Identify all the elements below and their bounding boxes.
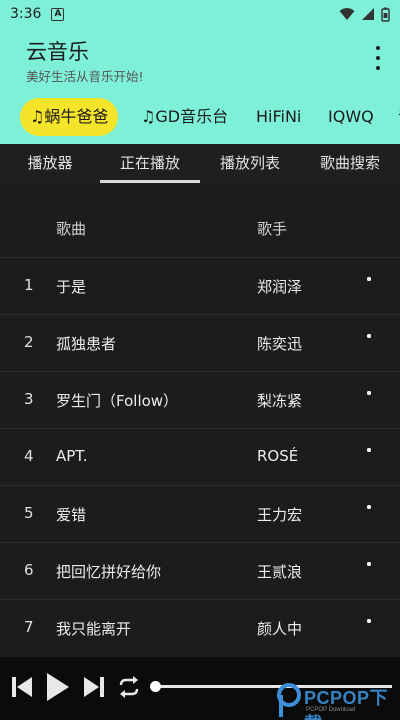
pcpop-logo-icon — [277, 683, 301, 717]
wifi-icon — [339, 8, 355, 20]
row-number: 7 — [24, 618, 34, 636]
tab-playlist[interactable]: 播放列表 — [200, 144, 300, 184]
source-woniu-baba[interactable]: ♫蜗牛爸爸 — [20, 98, 119, 136]
table-header: 歌曲 歌手 — [0, 200, 400, 256]
previous-icon[interactable] — [10, 675, 34, 699]
row-more-icon[interactable] — [366, 448, 372, 468]
source-hifini[interactable]: HiFiNi — [246, 98, 311, 136]
song-title: 爱错 — [56, 506, 87, 524]
row-more-icon[interactable] — [366, 619, 372, 639]
table-row[interactable]: 6 把回忆拼好给你 王贰浪 — [0, 542, 400, 599]
table-row[interactable]: 3 罗生门（Follow） 梨冻紧 — [0, 371, 400, 428]
status-time: 3:36 — [10, 6, 42, 22]
row-number: 6 — [24, 561, 34, 579]
row-number: 1 — [24, 276, 34, 294]
tab-player[interactable]: 播放器 — [0, 144, 100, 184]
repeat-icon[interactable] — [116, 675, 142, 699]
table-row[interactable]: 4 APT. ROSÉ — [0, 428, 400, 485]
song-title: 罗生门（Follow） — [56, 392, 179, 410]
source-more-partial[interactable]: 音 — [388, 98, 400, 136]
song-title: 我只能离开 — [56, 620, 132, 638]
tab-song-search[interactable]: 歌曲搜索 — [300, 144, 400, 184]
song-title: APT. — [56, 447, 88, 465]
source-iqwq[interactable]: IQWQ — [318, 98, 384, 136]
table-row[interactable]: 5 爱错 王力宏 — [0, 485, 400, 542]
source-gd-music[interactable]: ♫GD音乐台 — [131, 98, 238, 136]
row-more-icon[interactable] — [366, 505, 372, 525]
row-number: 2 — [24, 333, 34, 351]
watermark-subtext: PCPOP Download — [306, 707, 356, 713]
active-tab-indicator — [100, 180, 200, 183]
tab-bar: 播放器 正在播放 播放列表 歌曲搜索 — [0, 144, 400, 184]
artist-name: 郑润泽 — [257, 278, 303, 296]
tab-now-playing[interactable]: 正在播放 — [100, 144, 200, 184]
artist-name: ROSÉ — [257, 447, 299, 465]
row-number: 3 — [24, 390, 34, 408]
status-bar: 3:36 A — [0, 0, 400, 28]
signal-icon — [362, 8, 374, 20]
play-icon[interactable] — [45, 671, 71, 703]
app-subtitle: 美好生活从音乐开始! — [26, 69, 144, 84]
watermark: PCPOP下载 PCPOP Download — [276, 680, 400, 720]
row-more-icon[interactable] — [366, 334, 372, 354]
song-title: 于是 — [56, 278, 87, 296]
song-title: 把回忆拼好给你 — [56, 563, 162, 581]
battery-icon — [381, 7, 390, 22]
row-more-icon[interactable] — [366, 391, 372, 411]
artist-name: 颜人中 — [257, 620, 303, 638]
artist-name: 梨冻紧 — [257, 392, 303, 410]
row-more-icon[interactable] — [366, 562, 372, 582]
song-title: 孤独患者 — [56, 335, 117, 353]
overflow-menu-icon[interactable] — [370, 46, 386, 70]
artist-name: 王贰浪 — [257, 563, 303, 581]
app-title: 云音乐 — [26, 40, 89, 64]
source-selector: ♫蜗牛爸爸 ♫GD音乐台 HiFiNi IQWQ 音 — [0, 98, 400, 138]
row-number: 5 — [24, 504, 34, 522]
next-icon[interactable] — [82, 675, 106, 699]
table-row[interactable]: 7 我只能离开 颜人中 — [0, 599, 400, 656]
notification-icon: A — [51, 7, 65, 21]
row-number: 4 — [24, 447, 34, 465]
row-more-icon[interactable] — [366, 277, 372, 297]
artist-name: 陈奕迅 — [257, 335, 303, 353]
table-row[interactable]: 2 孤独患者 陈奕迅 — [0, 314, 400, 371]
artist-name: 王力宏 — [257, 506, 303, 524]
header-song: 歌曲 — [56, 220, 87, 238]
table-row[interactable]: 1 于是 郑润泽 — [0, 257, 400, 314]
watermark-text: PCPOP下载 — [304, 688, 389, 720]
progress-knob[interactable] — [150, 681, 161, 692]
header-artist: 歌手 — [257, 220, 288, 238]
